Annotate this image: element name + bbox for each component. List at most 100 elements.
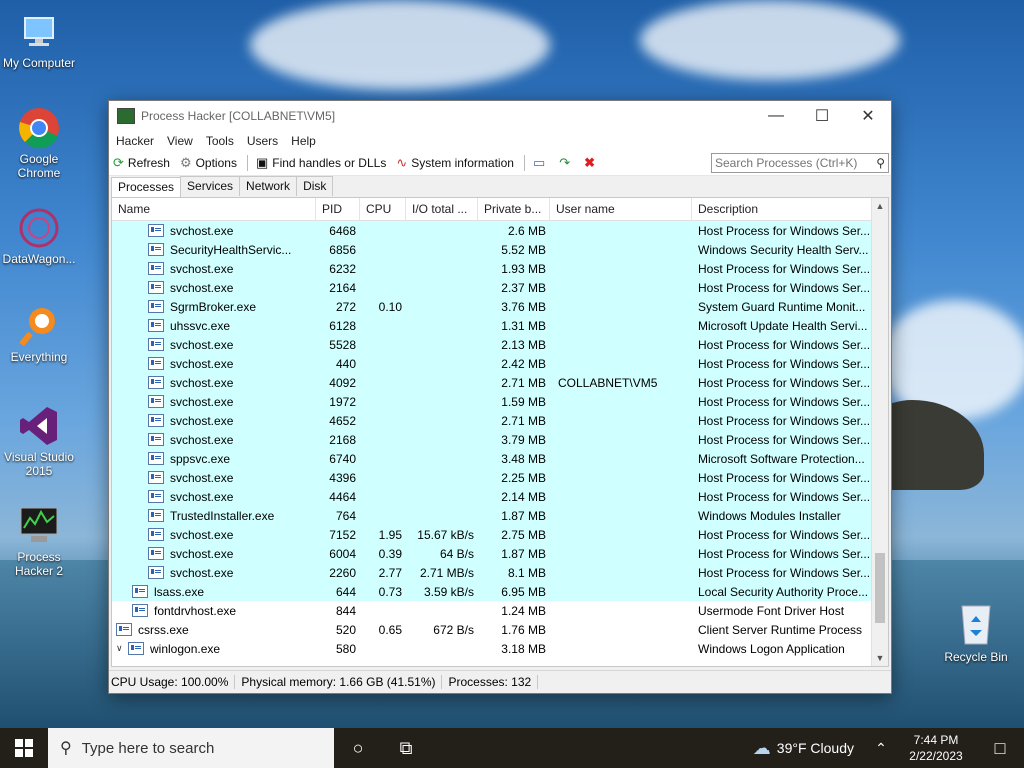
table-row[interactable]: svchost.exe 6232 1.93 MB Host Process for W… — [112, 259, 872, 278]
start-button[interactable] — [0, 728, 48, 768]
table-row[interactable]: svchost.exe 5528 2.13 MB Host Process for W… — [112, 335, 872, 354]
table-row[interactable]: sppsvc.exe 6740 3.48 MB Microsoft Software … — [112, 449, 872, 468]
process-icon — [148, 528, 164, 541]
table-row[interactable]: ∨ winlogon.exe 580 3.18 MB Windows Logon App… — [112, 639, 872, 658]
column-io-total[interactable]: I/O total ... — [406, 198, 478, 220]
table-row[interactable]: SgrmBroker.exe 272 0.10 3.76 MB System Guard… — [112, 297, 872, 316]
table-row[interactable]: svchost.exe 4396 2.25 MB Host Process for W… — [112, 468, 872, 487]
column-pid[interactable]: PID — [316, 198, 360, 220]
system-information-button[interactable]: ∿ System information — [396, 155, 514, 171]
scroll-thumb[interactable] — [875, 553, 885, 623]
cell-priv: 1.93 MB — [501, 261, 546, 276]
cell-desc: Client Server Runtime Process — [698, 622, 863, 637]
cortana-icon[interactable]: ○ — [334, 728, 382, 768]
cell-priv: 3.79 MB — [501, 432, 546, 447]
table-row[interactable]: csrss.exe 520 0.65 672 B/s 1.76 MB Client Ser… — [112, 620, 872, 639]
table-row[interactable]: svchost.exe 4092 2.71 MB COLLABNET\VM5 Host … — [112, 373, 872, 392]
weather-widget[interactable]: ☁ 39°F Cloudy — [753, 738, 854, 759]
go-to-window-button[interactable]: ↷ — [559, 155, 574, 171]
cell-desc: Windows Modules Installer — [698, 508, 841, 523]
table-row[interactable]: svchost.exe 440 2.42 MB Host Process for Wi… — [112, 354, 872, 373]
desktop-icon-visual-studio[interactable]: Visual Studio 2015 — [0, 404, 78, 478]
column-description[interactable]: Description — [692, 198, 872, 220]
taskbar-search[interactable]: ⚲ Type here to search — [48, 728, 334, 768]
table-row[interactable]: svchost.exe 4464 2.14 MB Host Process for W… — [112, 487, 872, 506]
cell-io: 64 B/s — [439, 546, 474, 561]
cell-priv: 6.95 MB — [501, 584, 546, 599]
cell-desc: Host Process for Windows Ser... — [698, 413, 871, 428]
table-row[interactable]: svchost.exe 6468 2.6 MB Host Process for Wi… — [112, 221, 872, 240]
process-tree[interactable]: Name PID CPU I/O total ... Private b... … — [111, 197, 889, 667]
chevron-up-icon[interactable]: ⌃ — [866, 728, 896, 768]
cell-priv: 8.1 MB — [507, 565, 546, 580]
clock-time: 7:44 PM — [913, 733, 959, 747]
table-row[interactable]: uhssvc.exe 6128 1.31 MB Microsoft Update He… — [112, 316, 872, 335]
title-bar[interactable]: Process Hacker [COLLABNET\VM5] — ☐ ✕ — [109, 101, 891, 131]
column-cpu[interactable]: CPU — [360, 198, 406, 220]
search-processes[interactable]: ⚲ — [711, 153, 889, 173]
tab-strip: Processes Services Network Disk — [109, 176, 891, 197]
process-icon — [148, 547, 164, 560]
process-name: svchost.exe — [170, 394, 234, 409]
scroll-down-arrow-icon[interactable]: ▼ — [872, 650, 888, 666]
menu-bar: Hacker View Tools Users Help — [109, 131, 891, 151]
show-window-button[interactable]: ▭ — [533, 155, 549, 171]
binoculars-icon: ▣ — [255, 155, 269, 170]
table-row[interactable]: TrustedInstaller.exe 764 1.87 MB Windows Mo… — [112, 506, 872, 525]
cell-desc: Windows Logon Application — [698, 641, 845, 656]
terminate-button[interactable]: ✖ — [584, 155, 599, 171]
table-row[interactable]: fontdrvhost.exe 844 1.24 MB Usermode Font D… — [112, 601, 872, 620]
column-private-bytes[interactable]: Private b... — [478, 198, 550, 220]
desktop-icon-recycle-bin[interactable]: Recycle Bin — [940, 600, 1012, 664]
menu-hacker[interactable]: Hacker — [111, 134, 162, 148]
minimize-button[interactable]: — — [753, 101, 799, 131]
tab-processes[interactable]: Processes — [111, 177, 182, 197]
table-row[interactable]: svchost.exe 4652 2.71 MB Host Process for W… — [112, 411, 872, 430]
options-button[interactable]: ⚙ Options — [180, 155, 237, 171]
desktop-icon-chrome[interactable]: Google Chrome — [0, 106, 78, 180]
column-name[interactable]: Name — [112, 198, 316, 220]
cell-name: svchost.exe — [112, 471, 316, 485]
desktop-icon-datawagon[interactable]: DataWagon... — [0, 206, 78, 266]
table-row[interactable]: lsass.exe 644 0.73 3.59 kB/s 6.95 MB Local Se… — [112, 582, 872, 601]
cell-cpu: 1.95 — [378, 527, 402, 542]
maximize-button[interactable]: ☐ — [799, 101, 845, 131]
table-row[interactable]: svchost.exe 2164 2.37 MB Host Process for W… — [112, 278, 872, 297]
clock[interactable]: 7:44 PM 2/22/2023 — [896, 732, 976, 764]
menu-users[interactable]: Users — [242, 134, 286, 148]
menu-view[interactable]: View — [162, 134, 201, 148]
table-row[interactable]: svchost.exe 2168 3.79 MB Host Process for W… — [112, 430, 872, 449]
desktop-icon-process-hacker[interactable]: Process Hacker 2 — [0, 504, 78, 578]
table-row[interactable]: svchost.exe 1972 1.59 MB Host Process for W… — [112, 392, 872, 411]
process-name: svchost.exe — [170, 489, 234, 504]
search-input[interactable] — [712, 155, 867, 171]
task-view-icon[interactable]: ⧉ — [382, 728, 430, 768]
table-row[interactable]: svchost.exe 7152 1.95 15.67 kB/s 2.75 MB Host… — [112, 525, 872, 544]
table-row[interactable]: SecurityHealthServic... 6856 5.52 MB Window… — [112, 240, 872, 259]
table-row[interactable]: svchost.exe 6004 0.39 64 B/s 1.87 MB Host Pro… — [112, 544, 872, 563]
menu-help[interactable]: Help — [286, 134, 324, 148]
notifications-icon[interactable]: □ — [976, 728, 1024, 768]
cell-name: uhssvc.exe — [112, 319, 316, 333]
scroll-up-arrow-icon[interactable]: ▲ — [872, 198, 888, 214]
close-button[interactable]: ✕ — [845, 101, 891, 131]
cell-pid: 7152 — [329, 527, 356, 542]
process-icon — [148, 433, 164, 446]
cell-name: svchost.exe — [112, 376, 316, 390]
desktop-icon-everything[interactable]: Everything — [0, 304, 78, 364]
refresh-button[interactable]: ⟳ Refresh — [113, 155, 170, 171]
tab-network[interactable]: Network — [239, 176, 298, 196]
menu-tools[interactable]: Tools — [201, 134, 242, 148]
column-user-name[interactable]: User name — [550, 198, 692, 220]
expand-arrow-icon[interactable]: ∨ — [116, 643, 126, 654]
process-icon — [148, 414, 164, 427]
find-handles-button[interactable]: ▣ Find handles or DLLs — [256, 155, 386, 171]
vertical-scrollbar[interactable]: ▲ ▼ — [871, 198, 888, 666]
desktop-icon-my-computer[interactable]: My Computer — [0, 10, 78, 70]
table-row[interactable]: svchost.exe 2260 2.77 2.71 MB/s 8.1 MB Host P… — [112, 563, 872, 582]
cell-name: lsass.exe — [112, 585, 316, 599]
tab-services[interactable]: Services — [180, 176, 241, 196]
cell-pid: 6740 — [329, 451, 356, 466]
tab-disk[interactable]: Disk — [296, 176, 334, 196]
process-hacker-window[interactable]: Process Hacker [COLLABNET\VM5] — ☐ ✕ Hac… — [108, 100, 892, 694]
